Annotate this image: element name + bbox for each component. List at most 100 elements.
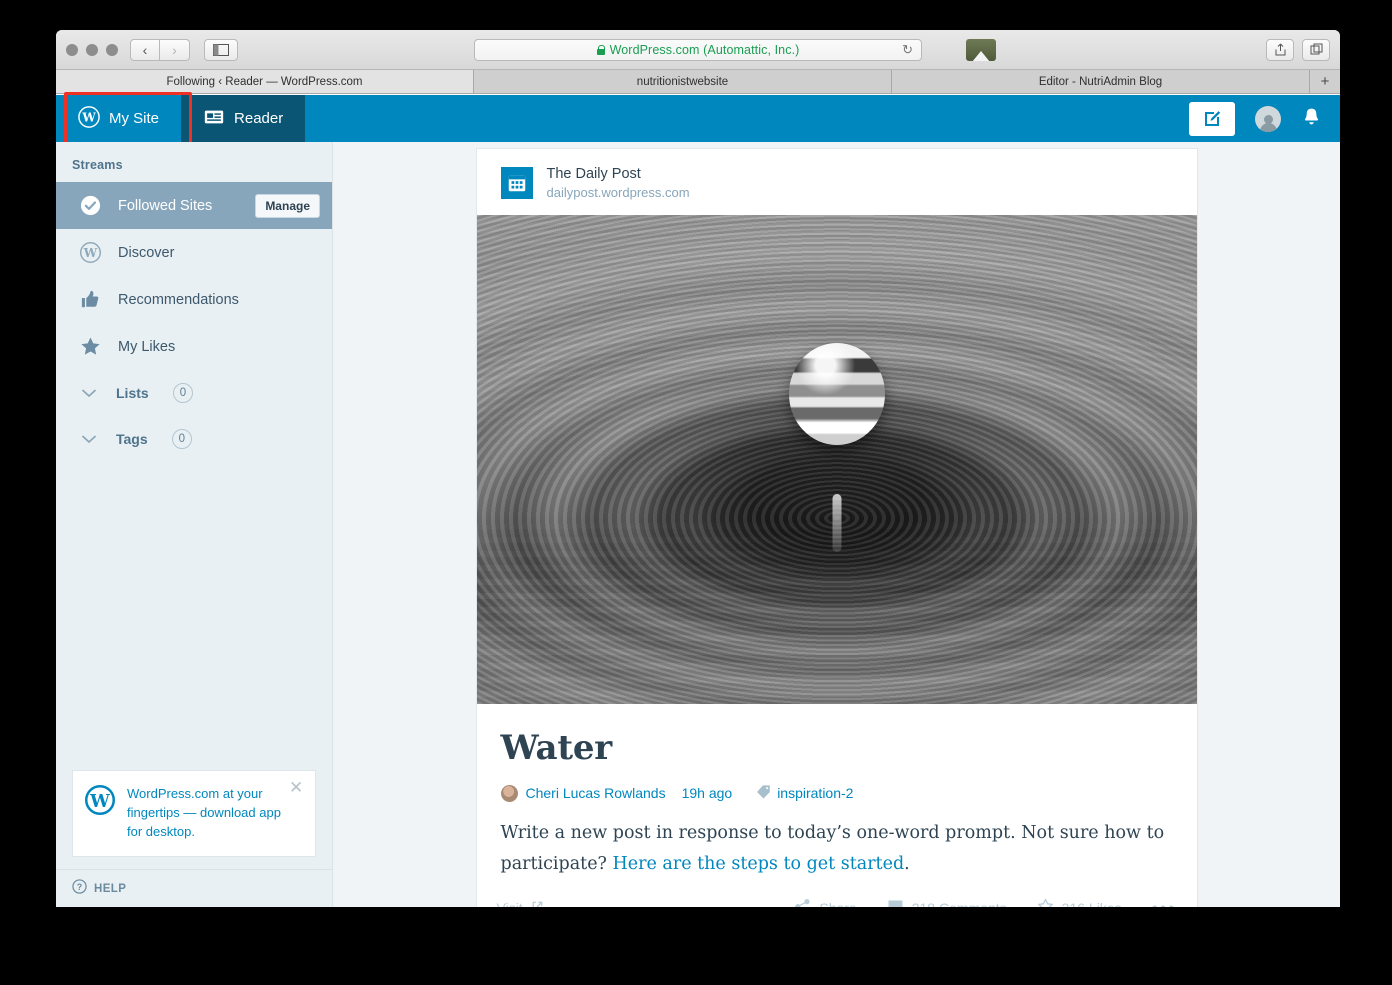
sidebar-group-tags[interactable]: Tags 0 [56, 416, 332, 462]
svg-text:W: W [82, 246, 97, 260]
desktop-app-promo-card[interactable]: W WordPress.com at your fingertips — dow… [72, 770, 316, 857]
post-byline: Cheri Lucas Rowlands 19h ago inspiration… [500, 784, 1173, 802]
calendar-icon [500, 167, 533, 200]
masthead-my-site[interactable]: W My Site [56, 95, 181, 142]
share-button[interactable] [1266, 38, 1294, 61]
tabs-overview-button[interactable] [1302, 38, 1330, 61]
url-text: WordPress.com (Automattic, Inc.) [609, 42, 800, 57]
help-bar[interactable]: ? HELP [56, 869, 332, 907]
post-site-name: The Daily Post [546, 166, 641, 182]
forward-button[interactable]: › [160, 38, 190, 61]
sidebar-toggle-icon[interactable] [204, 38, 238, 61]
reader-sidebar: Streams Followed Sites Manage W Discover [56, 142, 333, 907]
post-body: Water Cheri Lucas Rowlands 19h ago inspi… [477, 704, 1197, 879]
close-window-button[interactable] [66, 43, 78, 56]
wordpress-icon: W [85, 785, 115, 816]
water-droplet [788, 342, 885, 445]
new-tab-button[interactable]: + [1310, 70, 1340, 93]
share-icon [794, 898, 811, 907]
excerpt-link[interactable]: Here are the steps to get started [613, 854, 905, 874]
post-actions: Visit Share [477, 880, 1197, 907]
notifications-bell-icon[interactable] [1301, 106, 1322, 132]
sidebar-group-label: Lists [116, 385, 149, 401]
masthead-reader[interactable]: Reader [181, 95, 306, 142]
post-author-link[interactable]: Cheri Lucas Rowlands [526, 785, 666, 801]
chevron-down-icon [78, 435, 100, 444]
manage-button[interactable]: Manage [255, 193, 320, 218]
close-icon[interactable]: ✕ [289, 779, 305, 797]
thumbs-up-icon [78, 288, 102, 312]
write-post-button[interactable] [1189, 101, 1235, 136]
wordpress-app: W My Site Reader Streams Followed Sites … [56, 92, 1340, 907]
post-timestamp[interactable]: 19h ago [682, 785, 733, 801]
sidebar-item-followed-sites[interactable]: Followed Sites Manage [56, 182, 332, 229]
comments-action[interactable]: 218 Comments [887, 898, 1007, 907]
star-icon [78, 335, 102, 359]
promo-text: WordPress.com at your fingertips — downl… [127, 786, 281, 840]
excerpt-text-after: . [904, 854, 910, 875]
likes-action[interactable]: 316 Likes [1037, 898, 1122, 907]
more-actions-button[interactable]: ••• [1152, 899, 1177, 907]
lock-icon [596, 44, 606, 55]
photo-icon [972, 50, 990, 61]
question-mark-icon: ? [72, 878, 87, 899]
wordpress-icon: W [78, 241, 102, 265]
sidebar-item-recommendations[interactable]: Recommendations [56, 276, 332, 323]
masthead-my-site-label: My Site [109, 110, 160, 127]
window-traffic-lights[interactable] [66, 43, 118, 56]
share-label: Share [819, 900, 856, 907]
post-featured-image[interactable] [476, 215, 1197, 705]
tag-icon [756, 784, 771, 802]
tags-count-badge: 0 [171, 429, 193, 449]
address-bar[interactable]: WordPress.com (Automattic, Inc.) ↻ [474, 38, 922, 61]
sidebar-item-label: Discover [118, 244, 175, 261]
lists-count-badge: 0 [172, 383, 194, 403]
checkmark-circle-icon [78, 194, 102, 218]
reader-stream: The Daily Post dailypost.wordpress.com W… [333, 142, 1340, 907]
tab-nutritionistwebsite[interactable]: nutritionistwebsite [474, 70, 892, 93]
masthead-actions [1189, 95, 1322, 142]
comments-count: 218 Comments [912, 900, 1007, 907]
maximize-window-button[interactable] [106, 43, 118, 56]
app-body: Streams Followed Sites Manage W Discover [56, 142, 1340, 907]
chevron-down-icon [78, 389, 100, 398]
sidebar-item-label: Recommendations [118, 291, 239, 308]
sidebar-item-label: My Likes [118, 338, 176, 355]
water-upper-arcs [476, 215, 1197, 705]
post-excerpt: Write a new post in response to today’s … [501, 818, 1173, 879]
sidebar-item-discover[interactable]: W Discover [56, 229, 332, 276]
sidebar-group-label: Tags [116, 431, 148, 447]
post-site-header[interactable]: The Daily Post dailypost.wordpress.com [477, 149, 1197, 215]
toolbar-right-buttons [1266, 38, 1330, 61]
navigation-buttons: ‹ › [130, 38, 190, 61]
sidebar-item-my-likes[interactable]: My Likes [56, 323, 332, 370]
post-tag-link[interactable]: inspiration-2 [777, 785, 853, 801]
tab-following-reader[interactable]: Following ‹ Reader — WordPress.com [56, 70, 474, 93]
star-icon [1037, 898, 1054, 907]
image-thumbnail-button[interactable] [966, 38, 996, 61]
likes-count: 316 Likes [1062, 900, 1122, 907]
share-action[interactable]: Share [794, 898, 857, 907]
reload-icon[interactable]: ↻ [902, 42, 913, 58]
sidebar-group-lists[interactable]: Lists 0 [56, 370, 332, 416]
account-avatar[interactable] [1255, 105, 1281, 132]
minimize-window-button[interactable] [86, 43, 98, 56]
external-link-icon [531, 900, 544, 907]
visit-label: Visit [497, 900, 523, 907]
visit-action[interactable]: Visit [497, 900, 544, 907]
sidebar-item-label: Followed Sites [118, 197, 213, 214]
back-button[interactable]: ‹ [130, 38, 160, 61]
svg-text:W: W [81, 110, 96, 124]
masthead-reader-label: Reader [234, 110, 284, 127]
svg-text:?: ? [77, 881, 82, 891]
avatar-body [1259, 122, 1277, 132]
browser-window: ‹ › WordPress.com (Automattic, Inc.) ↻ F… [56, 30, 1340, 907]
author-avatar [500, 784, 518, 802]
reader-icon [203, 106, 225, 132]
comment-icon [887, 898, 904, 907]
post-title: Water [500, 728, 613, 769]
masthead: W My Site Reader [56, 92, 1340, 145]
post-tag[interactable]: inspiration-2 [756, 784, 853, 802]
tab-editor-nutriadmin-blog[interactable]: Editor - NutriAdmin Blog [892, 70, 1310, 93]
post-card: The Daily Post dailypost.wordpress.com W… [475, 148, 1198, 907]
